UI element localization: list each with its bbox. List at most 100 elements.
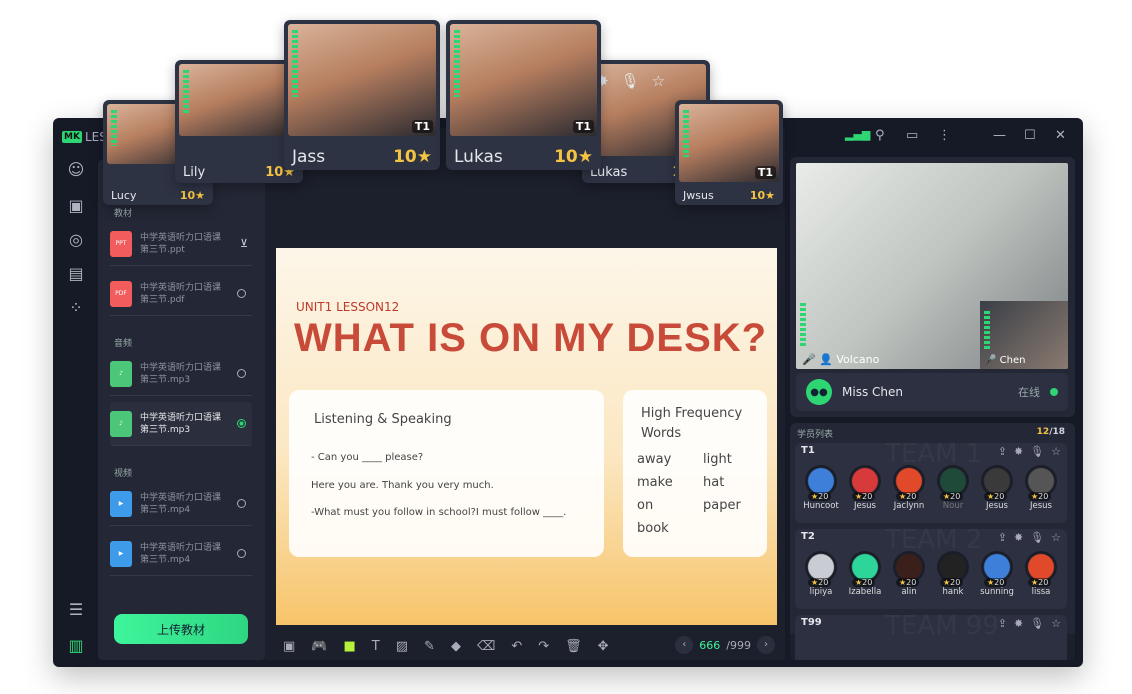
magic-wand-icon[interactable]: ✸	[1014, 617, 1023, 630]
download-icon[interactable]: ⊻	[240, 237, 248, 250]
select-radio[interactable]	[237, 549, 246, 558]
apps-icon[interactable]: ⁘	[62, 298, 90, 320]
file-type-icon: ▶	[110, 490, 132, 517]
list-icon[interactable]: ☰	[62, 600, 90, 622]
words-card: High Frequency Words away light make hat on p…	[623, 390, 767, 557]
student-avatar: ★20	[849, 465, 881, 501]
student-video-tile[interactable]: T1 Lukas 10★	[446, 20, 601, 170]
pip-video[interactable]: 🎤 Chen	[980, 301, 1068, 369]
student-score: 10★	[393, 147, 432, 167]
total-pages: /999	[726, 638, 751, 652]
color-icon[interactable]: ■	[343, 639, 355, 654]
text-icon[interactable]: T	[372, 639, 380, 654]
abc-card-icon[interactable]: ▣	[62, 196, 90, 218]
mic-icon[interactable]: 🎙	[1030, 531, 1044, 544]
trash-icon[interactable]: 🗑	[565, 639, 582, 654]
student-item[interactable]: ★20 Nour	[933, 465, 973, 511]
student-item[interactable]: ★20 sunning	[977, 551, 1017, 597]
file-type-icon: ♪	[110, 360, 132, 387]
student-item[interactable]: ★20 Jesus	[1021, 465, 1061, 511]
file-item[interactable]: ▶ 中学英语听力口语课第三节.mp4	[110, 482, 252, 526]
notes-icon[interactable]: ▤	[62, 264, 90, 286]
student-item[interactable]: ★20 Jaclynn	[889, 465, 929, 511]
student-item[interactable]: ★20 Izabella	[845, 551, 885, 597]
student-points: ★20	[940, 492, 964, 501]
upload-icon[interactable]: ⇪	[998, 445, 1007, 458]
student-avatar: ★20	[893, 465, 925, 501]
star-icon[interactable]: ☆	[1051, 445, 1061, 458]
move-icon[interactable]: ✥	[598, 639, 609, 654]
student-item[interactable]: ★20 lissa	[1021, 551, 1061, 597]
magic-wand-icon[interactable]: ✸	[1014, 531, 1023, 544]
student-item[interactable]: ★20 lipiya	[801, 551, 841, 597]
minimize-button[interactable]: —	[993, 128, 1006, 143]
team-actions: ⇪ ✸ 🎙 ☆	[998, 445, 1061, 458]
upload-icon[interactable]: ⇪	[998, 531, 1007, 544]
file-item[interactable]: ♪ 中学英语听力口语课第三节.mp3	[110, 352, 252, 396]
word-item: make	[637, 475, 673, 490]
eraser-icon[interactable]: ⌫	[477, 639, 495, 654]
volume-meter	[984, 311, 990, 351]
camera-switch-icon[interactable]: ◎	[62, 230, 90, 252]
gamepad-icon[interactable]: 🎮	[311, 639, 327, 654]
file-type-icon: PDF	[110, 280, 132, 307]
redo-icon[interactable]: ↷	[538, 639, 549, 654]
student-points: ★20	[896, 492, 920, 501]
undo-icon[interactable]: ↶	[511, 639, 522, 654]
whiteboard-toolbar: ‹ 666 /999 › ▣ 🎮 ■ T ▨ ✎ ◆ ⌫ ↶ ↷ 🗑 ✥	[265, 630, 785, 662]
diagnostic-icon[interactable]: ⚲	[875, 128, 885, 143]
file-item[interactable]: ▶ 中学英语听力口语课第三节.mp4	[110, 532, 252, 576]
student-video-tile[interactable]: T1 Jass 10★	[284, 20, 440, 170]
team-group: TEAM 2T2⇪✸🎙☆★20lipiya★20Izabella★20alin★…	[795, 525, 1067, 609]
volume-meter	[683, 110, 689, 157]
student-item[interactable]: ★20 Jesus	[977, 465, 1017, 511]
library-icon[interactable]: ▥	[62, 636, 90, 658]
student-item[interactable]: ★20 hank	[933, 551, 973, 597]
student-name: Jesus	[1030, 501, 1052, 511]
student-video-tile[interactable]: T1 Jwsus 10★	[675, 100, 783, 205]
mic-icon[interactable]: 🎙	[1030, 445, 1044, 458]
student-name: lissa	[1031, 587, 1051, 597]
star-icon[interactable]: ☆	[1051, 531, 1061, 544]
student-item[interactable]: ★20 Huncoot	[801, 465, 841, 511]
file-item[interactable]: PDF 中学英语听力口语课第三节.pdf	[110, 272, 252, 316]
star-icon[interactable]: ☆	[652, 72, 665, 90]
select-radio[interactable]	[237, 369, 246, 378]
teacher-name: Miss Chen	[842, 385, 903, 399]
magic-wand-icon[interactable]: ✸	[1014, 445, 1023, 458]
prev-page-button[interactable]: ‹	[675, 636, 694, 654]
file-type-icon: PPT	[110, 230, 132, 257]
star-icon[interactable]: ☆	[1051, 617, 1061, 630]
mic-icon[interactable]: 🎙	[1030, 617, 1044, 630]
monitor-icon[interactable]: ▭	[906, 128, 918, 143]
word-item: hat	[703, 475, 725, 490]
student-item[interactable]: ★20 Jesus	[845, 465, 885, 511]
student-avatar: ★20	[937, 465, 969, 501]
robot-avatar: ●●	[806, 379, 832, 405]
team-name: T1	[801, 445, 815, 456]
file-item[interactable]: PPT 中学英语听力口语课第三节.ppt ⊻	[110, 222, 252, 266]
select-radio[interactable]	[237, 419, 246, 428]
maximize-button[interactable]: ☐	[1024, 128, 1036, 143]
upload-icon[interactable]: ⇪	[998, 617, 1007, 630]
student-list-icon[interactable]: ☺	[62, 160, 90, 182]
current-page[interactable]: 666	[699, 639, 720, 652]
more-icon[interactable]: ⋮	[938, 128, 951, 143]
select-radio[interactable]	[237, 499, 246, 508]
select-radio[interactable]	[237, 289, 246, 298]
add-page-icon[interactable]: ▣	[283, 639, 295, 654]
tile-actions: ✸ 🎙 ☆	[596, 72, 665, 90]
image-icon[interactable]: ▨	[396, 639, 408, 654]
card-line: - Can you ____ please?	[311, 452, 424, 463]
team-name: T2	[801, 531, 815, 542]
upload-material-button[interactable]: 上传教材	[114, 614, 248, 644]
file-item[interactable]: ♪ 中学英语听力口语课第三节.mp3	[110, 402, 252, 446]
file-type-icon: ▶	[110, 540, 132, 567]
mic-icon[interactable]: 🎙	[621, 72, 640, 90]
shape-icon[interactable]: ◆	[451, 639, 461, 654]
student-score: 10★	[179, 189, 205, 202]
student-item[interactable]: ★20 alin	[889, 551, 929, 597]
close-button[interactable]: ✕	[1055, 128, 1066, 143]
pen-icon[interactable]: ✎	[424, 639, 435, 654]
next-page-button[interactable]: ›	[757, 636, 775, 654]
